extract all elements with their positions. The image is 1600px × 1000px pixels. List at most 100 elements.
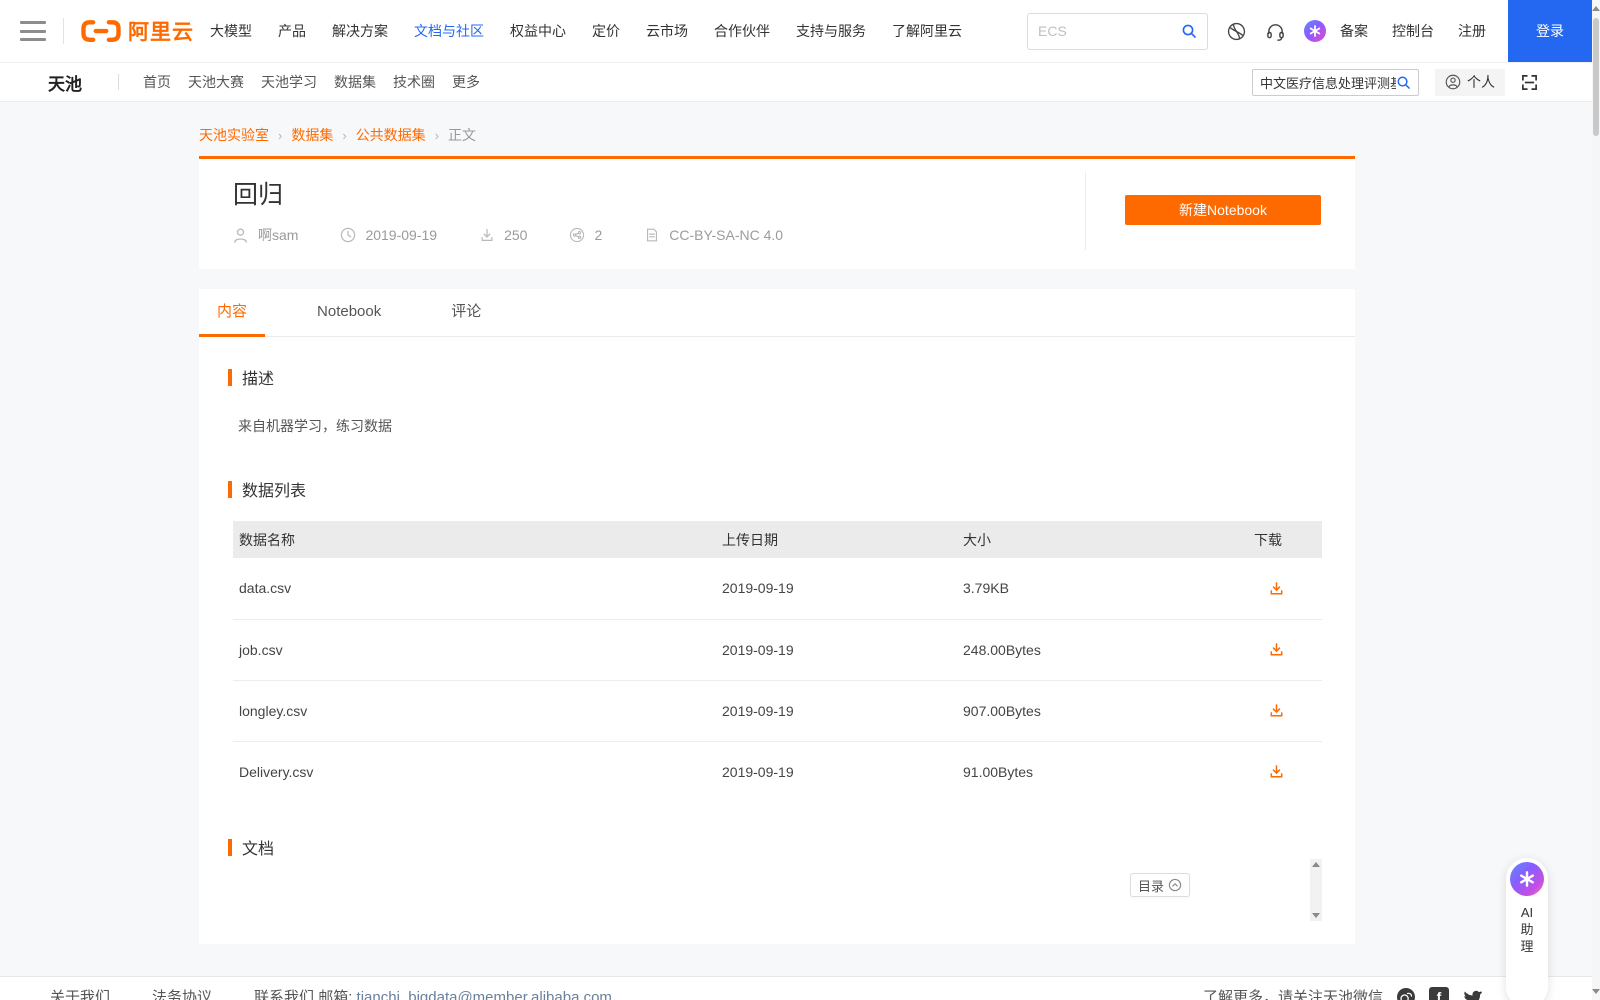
- top-nav-item-pricing[interactable]: 定价: [592, 21, 620, 41]
- breadcrumb-datasets[interactable]: 数据集: [291, 125, 333, 145]
- weibo-icon[interactable]: [1396, 987, 1416, 1000]
- file-size: 907.00Bytes: [957, 679, 1248, 741]
- section-accent-bar: [228, 480, 232, 498]
- download-count: 250: [504, 227, 528, 243]
- footer-contact: 联系我们 邮箱: tianchi_bigdata@member.alibaba.…: [254, 986, 612, 1000]
- top-nav-right: 备案 控制台 注册 登录: [1027, 0, 1600, 62]
- register-link[interactable]: 注册: [1458, 21, 1486, 41]
- tianchi-nav-community[interactable]: 技术圈: [393, 72, 435, 92]
- file-date: 2019-09-19: [716, 740, 957, 802]
- footer-legal-link[interactable]: 法务协议: [152, 986, 212, 1000]
- page-scrollbar[interactable]: [1592, 0, 1600, 1000]
- facebook-icon[interactable]: f: [1429, 986, 1449, 1000]
- footer-contact-email[interactable]: tianchi_bigdata@member.alibaba.com: [357, 989, 612, 1000]
- doc-section-heading: 文档: [228, 835, 1355, 859]
- license-meta: CC-BY-SA-NC 4.0: [644, 227, 783, 243]
- ai-orb-icon[interactable]: [1304, 20, 1326, 42]
- footer-social: 了解更多，请关注天池微信 f: [1203, 986, 1482, 1000]
- footer-links: 关于我们 法务协议 联系我们 邮箱: tianchi_bigdata@membe…: [50, 986, 612, 1000]
- breadcrumb-current: 正文: [448, 127, 477, 143]
- doc-scrollbar[interactable]: [1310, 859, 1322, 921]
- user-icon: [1445, 74, 1461, 90]
- col-header-size: 大小: [957, 521, 1248, 558]
- aliyun-logo-text: 阿里云: [128, 21, 194, 44]
- scroll-down-arrow-icon[interactable]: [1592, 989, 1600, 994]
- tianchi-nav-items: 首页 天池大赛 天池学习 数据集 技术圈 更多: [143, 72, 480, 92]
- section-accent-bar: [228, 838, 232, 856]
- breadcrumb-lab[interactable]: 天池实验室: [199, 125, 269, 145]
- top-nav-item-benefits[interactable]: 权益中心: [510, 21, 566, 41]
- tab-comments[interactable]: 评论: [433, 289, 499, 337]
- scrollbar-thumb[interactable]: [1593, 18, 1599, 136]
- tab-content[interactable]: 内容: [199, 289, 266, 337]
- tianchi-brand[interactable]: 天池: [48, 70, 82, 95]
- scroll-up-arrow-icon[interactable]: [1592, 6, 1600, 11]
- tianchi-navbar: 天池 首页 天池大赛 天池学习 数据集 技术圈 更多 个人: [0, 62, 1600, 102]
- facebook-letter: f: [1436, 988, 1442, 1000]
- download-file-button[interactable]: [1248, 679, 1322, 741]
- personal-label: 个人: [1467, 74, 1495, 90]
- login-button[interactable]: 登录: [1508, 0, 1592, 62]
- beian-link[interactable]: 备案: [1340, 21, 1368, 41]
- aliyun-logo[interactable]: 阿里云: [80, 16, 194, 46]
- top-search-box[interactable]: [1027, 12, 1208, 50]
- top-nav-item-products[interactable]: 产品: [278, 21, 306, 41]
- breadcrumb-public-datasets[interactable]: 公共数据集: [356, 125, 426, 145]
- tianchi-nav-more[interactable]: 更多: [452, 72, 480, 92]
- footer-contact-label: 联系我们 邮箱:: [254, 989, 353, 1000]
- toc-label: 目录: [1138, 878, 1165, 894]
- breadcrumb: 天池实验室 › 数据集 › 公共数据集 › 正文: [199, 103, 1355, 145]
- footer-follow-text: 了解更多，请关注天池微信: [1202, 989, 1383, 1000]
- top-nav-item-partners[interactable]: 合作伙伴: [714, 21, 770, 41]
- download-file-button[interactable]: [1248, 618, 1322, 680]
- download-file-button[interactable]: [1248, 558, 1322, 619]
- twitter-icon[interactable]: [1462, 987, 1482, 1000]
- headset-icon[interactable]: [1265, 21, 1286, 42]
- tianchi-nav-competitions[interactable]: 天池大赛: [188, 72, 244, 92]
- tab-notebook[interactable]: Notebook: [299, 289, 399, 337]
- file-size: 248.00Bytes: [957, 618, 1248, 680]
- dataset-header-card: 回归 啊sam 2019-09-19 250 2 CC-BY-SA-NC 4.0…: [199, 159, 1355, 269]
- top-nav-item-about[interactable]: 了解阿里云: [892, 21, 962, 41]
- tianchi-search-input[interactable]: [1260, 74, 1396, 90]
- download-file-button[interactable]: [1248, 740, 1322, 802]
- toc-button[interactable]: 目录: [1130, 873, 1191, 897]
- tianchi-search-box[interactable]: [1252, 68, 1419, 96]
- top-nav-item-marketplace[interactable]: 云市场: [646, 21, 688, 41]
- col-header-date: 上传日期: [716, 521, 957, 558]
- search-icon[interactable]: [1181, 23, 1197, 39]
- tianchi-nav-learning[interactable]: 天池学习: [261, 72, 317, 92]
- scroll-down-arrow-icon[interactable]: [1312, 913, 1320, 918]
- hamburger-menu-icon[interactable]: [20, 21, 46, 41]
- file-name: longley.csv: [233, 679, 716, 741]
- col-header-name: 数据名称: [233, 521, 716, 558]
- section-accent-bar: [228, 368, 232, 386]
- top-nav-item-llm[interactable]: 大模型: [210, 21, 252, 41]
- ai-assistant-button[interactable]: AI助理: [1506, 858, 1548, 1000]
- share-icon: [569, 227, 585, 243]
- personal-menu[interactable]: 个人: [1435, 68, 1505, 96]
- top-nav-item-solutions[interactable]: 解决方案: [332, 21, 388, 41]
- top-search-input[interactable]: [1038, 23, 1181, 39]
- scroll-up-arrow-icon[interactable]: [1312, 862, 1320, 867]
- tianchi-nav-datasets[interactable]: 数据集: [334, 72, 376, 92]
- search-icon[interactable]: [1396, 75, 1411, 90]
- console-link[interactable]: 控制台: [1392, 21, 1434, 41]
- author-name: 啊sam: [258, 227, 299, 243]
- top-nav-item-support[interactable]: 支持与服务: [796, 21, 866, 41]
- tianchi-nav-home[interactable]: 首页: [143, 72, 171, 92]
- file-date: 2019-09-19: [716, 679, 957, 741]
- new-notebook-button[interactable]: 新建Notebook: [1125, 195, 1321, 225]
- breadcrumb-separator: ›: [278, 127, 283, 143]
- clock-icon: [340, 227, 356, 243]
- file-size: 91.00Bytes: [957, 740, 1248, 802]
- top-navbar: 阿里云 大模型 产品 解决方案 文档与社区 权益中心 定价 云市场 合作伙伴 支…: [0, 0, 1600, 62]
- globe-icon[interactable]: [1226, 21, 1247, 42]
- aliyun-logo-icon: [80, 18, 122, 44]
- scan-icon[interactable]: [1521, 74, 1538, 91]
- footer-about-link[interactable]: 关于我们: [50, 986, 110, 1000]
- file-name: job.csv: [233, 618, 716, 680]
- top-nav-item-docs-community[interactable]: 文档与社区: [414, 21, 484, 41]
- download-count-icon: [479, 227, 495, 243]
- description-heading-label: 描述: [242, 371, 275, 388]
